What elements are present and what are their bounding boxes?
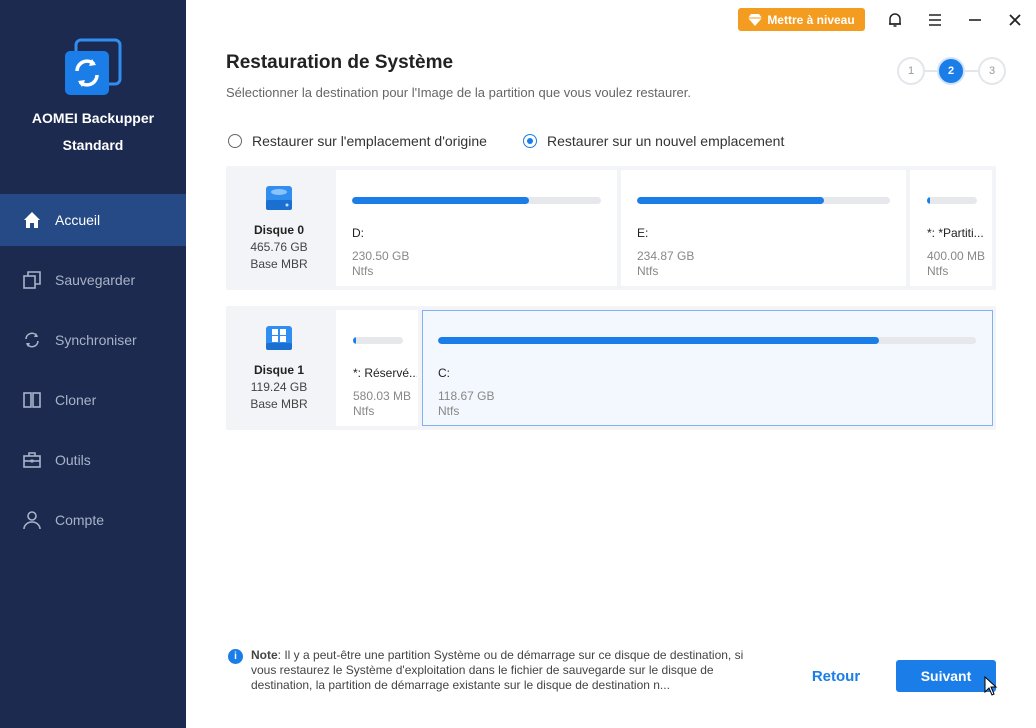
tools-icon <box>22 450 42 470</box>
radio-button[interactable] <box>228 134 242 148</box>
sidebar-item-label: Compte <box>55 512 105 528</box>
sync-icon <box>22 330 42 350</box>
sidebar-item-label: Accueil <box>55 212 101 228</box>
page-title: Restauration de Système <box>226 52 454 73</box>
note-label: Note <box>251 648 278 662</box>
app-edition: Standard <box>62 137 124 153</box>
usage-bar-fill <box>927 197 930 204</box>
disk-size: 465.76 GB <box>250 240 308 254</box>
partition-size: 580.03 MB <box>353 389 412 403</box>
partition-name: D: <box>352 226 364 240</box>
note: i Note: Il y a peut-être une partition S… <box>228 648 768 693</box>
partition-size: 230.50 GB <box>352 249 410 263</box>
sidebar-item-label: Sauvegarder <box>55 272 136 288</box>
upgrade-button[interactable]: Mettre à niveau <box>738 8 865 31</box>
radio-button[interactable] <box>523 134 537 148</box>
sidebar-item-synchroniser[interactable]: Synchroniser <box>0 314 186 366</box>
disk-size: 119.24 GB <box>250 380 308 394</box>
partition-e[interactable]: E: 234.87 GB Ntfs <box>621 170 906 286</box>
app-name: AOMEI Backupper <box>31 110 155 126</box>
sidebar-item-label: Outils <box>55 452 91 468</box>
partition-fs: Ntfs <box>637 264 659 278</box>
partition-name: C: <box>438 366 450 380</box>
radio-label: Restaurer sur l'emplacement d'origine <box>252 133 487 149</box>
disk-type: Base MBR <box>250 397 308 411</box>
user-icon <box>22 510 42 530</box>
partition-fs: Ntfs <box>438 404 460 418</box>
close-icon <box>1009 14 1021 26</box>
radio-original-location[interactable]: Restaurer sur l'emplacement d'origine <box>228 133 487 149</box>
usage-bar <box>927 197 977 204</box>
usage-bar <box>438 337 976 344</box>
partition-name: E: <box>637 226 649 240</box>
clone-icon <box>22 390 42 410</box>
sidebar-item-label: Cloner <box>55 392 97 408</box>
sidebar: AOMEI Backupper Standard Accueil Sauvega… <box>0 0 186 728</box>
bell-icon <box>889 13 901 27</box>
partition-fs: Ntfs <box>927 264 949 278</box>
disk-info: Disque 0 465.76 GB Base MBR <box>226 166 332 290</box>
partition-name: *: *Partiti... <box>927 226 984 240</box>
partition-d[interactable]: D: 230.50 GB Ntfs <box>336 170 617 286</box>
partition-c[interactable]: C: 118.67 GB Ntfs <box>422 310 993 426</box>
app-logo <box>62 38 122 98</box>
usage-bar-fill <box>352 197 529 204</box>
diamond-icon <box>748 13 763 26</box>
hamburger-icon <box>929 14 941 26</box>
mouse-cursor-icon <box>984 676 998 696</box>
disk-row: Disque 1 119.24 GB Base MBR *: Réservé..… <box>226 306 996 430</box>
home-icon <box>22 210 42 230</box>
upgrade-label: Mettre à niveau <box>767 12 855 27</box>
partition-reserved[interactable]: *: Réservé... 580.03 MB Ntfs <box>336 310 418 426</box>
radio-new-location[interactable]: Restaurer sur un nouvel emplacement <box>523 133 784 149</box>
next-button[interactable]: Suivant <box>896 660 996 692</box>
partition-fs: Ntfs <box>353 404 375 418</box>
sidebar-item-label: Synchroniser <box>55 332 137 348</box>
minimize-button[interactable] <box>963 8 987 32</box>
sidebar-item-outils[interactable]: Outils <box>0 434 186 486</box>
sidebar-item-compte[interactable]: Compte <box>0 494 186 546</box>
disk-name: Disque 0 <box>253 223 304 237</box>
disk-type: Base MBR <box>250 257 308 271</box>
partition-size: 234.87 GB <box>637 249 695 263</box>
step-3: 3 <box>978 57 1006 85</box>
step-1: 1 <box>897 57 925 85</box>
sidebar-item-sauvegarder[interactable]: Sauvegarder <box>0 254 186 306</box>
sidebar-item-accueil[interactable]: Accueil <box>0 194 186 246</box>
step-indicator: 1 2 3 <box>897 57 1007 85</box>
usage-bar <box>353 337 403 344</box>
partition-size: 118.67 GB <box>438 389 495 403</box>
sidebar-nav: Accueil Sauvegarder Synchroniser Cloner … <box>0 194 186 554</box>
system-disk-icon <box>266 326 292 350</box>
menu-button[interactable] <box>923 8 947 32</box>
hard-disk-icon <box>266 186 292 210</box>
sidebar-item-cloner[interactable]: Cloner <box>0 374 186 426</box>
usage-bar <box>637 197 890 204</box>
disk-info: Disque 1 119.24 GB Base MBR <box>226 306 332 430</box>
partition-system-reserved[interactable]: *: *Partiti... 400.00 MB Ntfs <box>910 170 992 286</box>
disk-name: Disque 1 <box>253 363 304 377</box>
disk-row: Disque 0 465.76 GB Base MBR D: 230.50 GB… <box>226 166 996 290</box>
radio-label: Restaurer sur un nouvel emplacement <box>547 133 785 149</box>
back-button[interactable]: Retour <box>796 666 876 688</box>
partition-fs: Ntfs <box>352 264 374 278</box>
partition-size: 400.00 MB <box>927 249 986 263</box>
info-icon: i <box>228 649 243 664</box>
partition-name: *: Réservé... <box>353 366 418 380</box>
usage-bar <box>352 197 601 204</box>
minimize-icon <box>969 19 981 21</box>
usage-bar-fill <box>353 337 356 344</box>
page-subtitle: Sélectionner la destination pour l'Image… <box>226 85 691 100</box>
backup-icon <box>22 270 42 290</box>
notification-button[interactable] <box>883 8 907 32</box>
note-text: Note: Il y a peut-être une partition Sys… <box>251 648 768 693</box>
close-button[interactable] <box>1003 8 1027 32</box>
note-body: : Il y a peut-être une partition Système… <box>251 648 744 692</box>
usage-bar-fill <box>438 337 880 344</box>
step-2: 2 <box>937 57 965 85</box>
usage-bar-fill <box>637 197 825 204</box>
